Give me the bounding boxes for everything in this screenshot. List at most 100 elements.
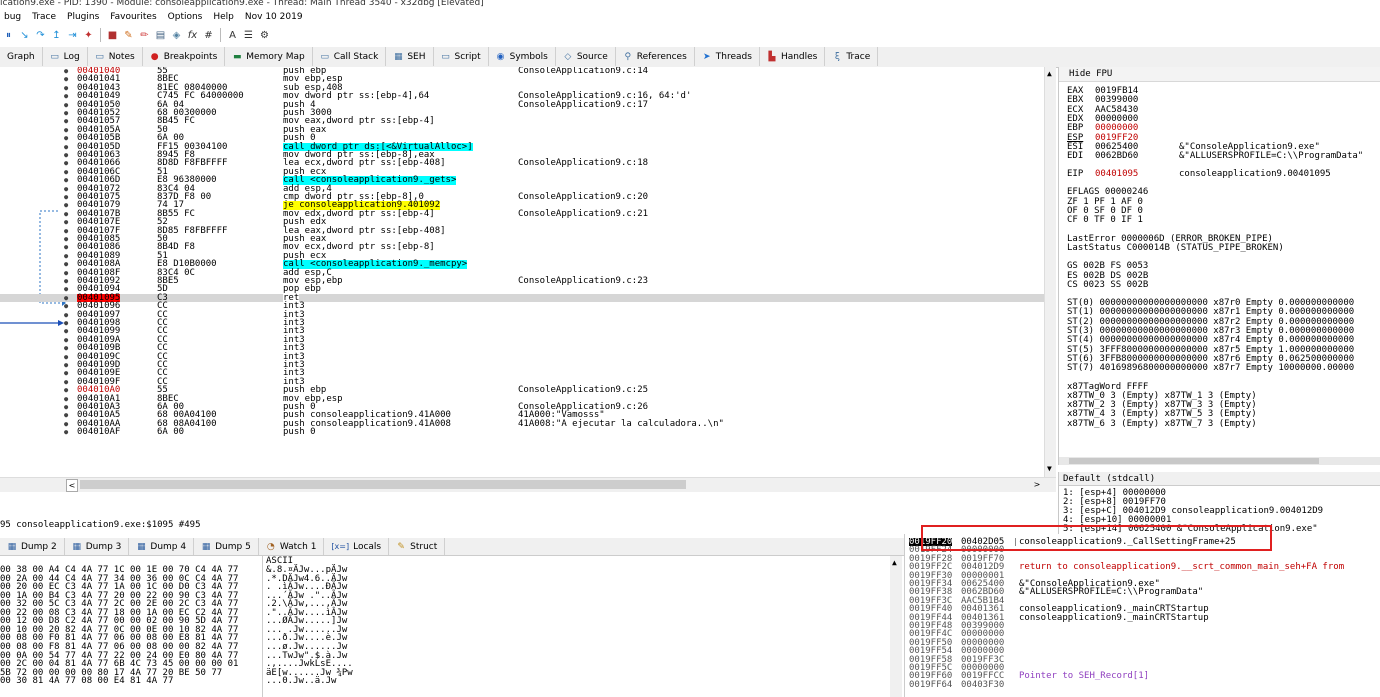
menu-item-5[interactable]: Help — [213, 12, 234, 22]
row-marker-dot[interactable]: ● — [64, 227, 68, 235]
tab-seh[interactable]: ▦ SEH — [386, 47, 434, 66]
row-marker-dot[interactable]: ● — [64, 428, 68, 436]
disasm-row[interactable]: ● 004010AF 6A 00 push 0 — [0, 427, 1056, 436]
tab-symbols[interactable]: ◉ Symbols — [489, 47, 556, 66]
menu-item-4[interactable]: Options — [168, 12, 203, 22]
row-marker-dot[interactable]: ● — [64, 395, 68, 403]
hscroll-thumb[interactable] — [80, 480, 686, 489]
row-marker-dot[interactable]: ● — [64, 101, 68, 109]
tab-notes[interactable]: ▭ Notes — [88, 47, 143, 66]
register-row[interactable]: EDI 0062BD60 &"ALLUSERSPROFILE=C:\\Program… — [1067, 151, 1363, 161]
tab-trace[interactable]: ξ Trace — [825, 47, 879, 66]
tab-dump-4[interactable]: ▦ Dump 4 — [129, 538, 195, 555]
step-out-icon[interactable]: ↥ — [50, 29, 63, 42]
step-into-icon[interactable]: ↘ — [18, 29, 31, 42]
row-marker-dot[interactable]: ● — [64, 285, 68, 293]
tab-breakpoints[interactable]: ● Breakpoints — [143, 47, 226, 66]
row-marker-dot[interactable]: ● — [64, 319, 68, 327]
memory-icon[interactable]: ▤ — [154, 29, 167, 42]
menu-item-6[interactable]: Nov 10 2019 — [245, 12, 303, 22]
scroll-right-icon[interactable]: > — [1032, 479, 1042, 490]
font-icon[interactable]: A — [226, 29, 239, 42]
row-marker-dot[interactable]: ● — [64, 243, 68, 251]
tab-dump-3[interactable]: ▦ Dump 3 — [65, 538, 130, 555]
row-marker-dot[interactable]: ● — [64, 143, 68, 151]
row-marker-dot[interactable]: ● — [64, 420, 68, 428]
row-marker-dot[interactable]: ● — [64, 336, 68, 344]
row-marker-dot[interactable]: ● — [64, 403, 68, 411]
dump-ascii-row[interactable]: ...0.Jw..ä.Jw — [266, 677, 336, 686]
row-marker-dot[interactable]: ● — [64, 92, 68, 100]
row-marker-dot[interactable]: ● — [64, 210, 68, 218]
row-marker-dot[interactable]: ● — [64, 378, 68, 386]
row-marker-dot[interactable]: ● — [64, 67, 68, 75]
row-marker-dot[interactable]: ● — [64, 277, 68, 285]
row-marker-dot[interactable]: ● — [64, 218, 68, 226]
row-marker-dot[interactable]: ● — [64, 311, 68, 319]
eip-row[interactable]: EIP 00401095 consoleapplication9.00401095 — [1067, 170, 1331, 180]
tab-log[interactable]: ▭ Log — [43, 47, 88, 66]
tab-dump-5[interactable]: ▦ Dump 5 — [194, 538, 259, 555]
tab-call-stack[interactable]: ▭ Call Stack — [313, 47, 387, 66]
row-marker-dot[interactable]: ● — [64, 126, 68, 134]
row-marker-dot[interactable]: ● — [64, 134, 68, 142]
tab-memory-map[interactable]: ▬ Memory Map — [225, 47, 313, 66]
row-marker-dot[interactable]: ● — [64, 84, 68, 92]
disassembly-view[interactable]: ● 00401040 55 push ebp ConsoleApplication9.c… — [0, 67, 1056, 477]
trace-icon[interactable]: ✦ — [82, 29, 95, 42]
menu-item-2[interactable]: Plugins — [67, 12, 99, 22]
dump-hex-row[interactable]: 00 30 81 4A 77 08 00 E4 81 4A 77 — [0, 677, 173, 686]
row-marker-dot[interactable]: ● — [64, 201, 68, 209]
row-marker-dot[interactable]: ● — [64, 361, 68, 369]
row-marker-dot[interactable]: ● — [64, 75, 68, 83]
row-marker-dot[interactable]: ● — [64, 344, 68, 352]
pencil-icon[interactable]: ✏ — [138, 29, 151, 42]
row-marker-dot[interactable]: ● — [64, 302, 68, 310]
tab-script[interactable]: ▭ Script — [434, 47, 489, 66]
scroll-down-icon[interactable]: ▼ — [1047, 464, 1052, 473]
settings-icon[interactable]: ⚙ — [258, 29, 271, 42]
tab-threads[interactable]: ➤ Threads — [695, 47, 760, 66]
registers-hscroll-thumb[interactable] — [1069, 458, 1319, 464]
tab-source[interactable]: ◇ Source — [556, 47, 616, 66]
tab-locals[interactable]: [x=] Locals — [324, 538, 390, 555]
dump-scroll-up-icon[interactable]: ▲ — [892, 558, 897, 567]
tab-handles[interactable]: ▙ Handles — [760, 47, 826, 66]
register-value[interactable]: 00401095 — [1095, 170, 1179, 180]
calling-convention-select[interactable]: Default (stdcall) — [1059, 472, 1380, 486]
hash-icon[interactable]: # — [202, 29, 215, 42]
row-marker-dot[interactable]: ● — [64, 294, 68, 302]
row-marker-dot[interactable]: ● — [64, 369, 68, 377]
dump-scrollbar[interactable]: ▲ — [890, 556, 902, 697]
tab-struct[interactable]: ✎ Struct — [389, 538, 446, 555]
registers-hscrollbar[interactable] — [1059, 457, 1380, 465]
fx-icon[interactable]: fx — [186, 29, 199, 42]
menu-item-0[interactable]: bug — [4, 12, 21, 22]
scroll-left-icon[interactable]: < — [66, 479, 78, 492]
row-marker-dot[interactable]: ● — [64, 117, 68, 125]
tab-dump-2[interactable]: ▦ Dump 2 — [0, 538, 65, 555]
menu-item-3[interactable]: Favourites — [110, 12, 156, 22]
row-marker-dot[interactable]: ● — [64, 411, 68, 419]
hw-break-icon[interactable]: ■ — [106, 29, 119, 42]
row-marker-dot[interactable]: ● — [64, 176, 68, 184]
tab-watch-1[interactable]: ◔ Watch 1 — [259, 538, 325, 555]
disassembly-scrollbar[interactable]: ▲ ▼ — [1044, 67, 1056, 477]
row-marker-dot[interactable]: ● — [64, 260, 68, 268]
row-marker-dot[interactable]: ● — [64, 327, 68, 335]
hide-fpu-button[interactable]: Hide FPU — [1059, 67, 1380, 82]
list-icon[interactable]: ☰ — [242, 29, 255, 42]
row-marker-dot[interactable]: ● — [64, 159, 68, 167]
row-marker-dot[interactable]: ● — [64, 168, 68, 176]
row-marker-dot[interactable]: ● — [64, 193, 68, 201]
tab-graph[interactable]: Graph — [0, 47, 43, 66]
row-marker-dot[interactable]: ● — [64, 185, 68, 193]
register-value[interactable]: 0062BD60 — [1095, 151, 1179, 161]
row-marker-dot[interactable]: ● — [64, 235, 68, 243]
tab-references[interactable]: ⚲ References — [616, 47, 695, 66]
patch-icon[interactable]: ✎ — [122, 29, 135, 42]
disassembly-hscrollbar[interactable]: < > — [0, 477, 1056, 492]
row-marker-dot[interactable]: ● — [64, 386, 68, 394]
step-over-icon[interactable]: ↷ — [34, 29, 47, 42]
run-to-user-icon[interactable]: ⇥ — [66, 29, 79, 42]
